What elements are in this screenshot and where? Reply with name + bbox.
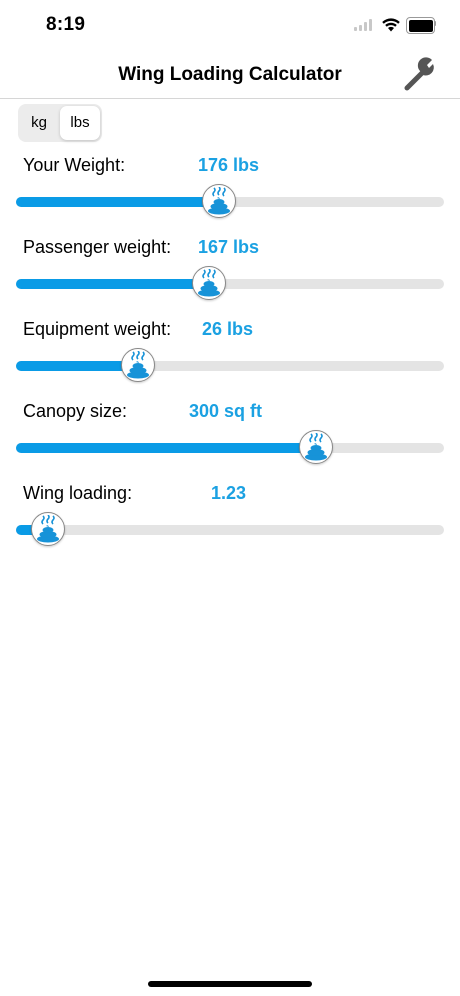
unit-segmented-control: kg lbs xyxy=(18,104,102,142)
unit-option-kg[interactable]: kg xyxy=(20,106,58,140)
wing-loading-label: Wing loading: xyxy=(23,483,133,503)
passenger-weight-label: Passenger weight: xyxy=(23,237,172,257)
passenger-weight-slider-fill xyxy=(16,279,209,289)
your-weight-label: Your Weight: xyxy=(23,155,126,175)
canopy-size-slider-fill xyxy=(16,443,316,453)
battery-cap xyxy=(434,21,436,26)
equipment-weight-label: Equipment weight: xyxy=(23,319,172,339)
your-weight-slider[interactable] xyxy=(16,184,444,218)
canopy-size-slider[interactable] xyxy=(16,430,444,464)
passenger-weight-row: Passenger weight: 167 lbs xyxy=(0,237,460,319)
steaming-poop-icon xyxy=(198,269,220,297)
passenger-weight-slider-thumb[interactable] xyxy=(192,266,226,300)
canopy-size-row: Canopy size: 300 sq ft xyxy=(0,401,460,483)
equipment-weight-slider-thumb[interactable] xyxy=(121,348,155,382)
cellular-signal-icon xyxy=(354,19,376,31)
wing-loading-slider[interactable] xyxy=(16,512,444,546)
equipment-weight-slider[interactable] xyxy=(16,348,444,382)
wifi-icon xyxy=(382,18,400,32)
wing-loading-slider-thumb[interactable] xyxy=(31,512,65,546)
your-weight-slider-thumb[interactable] xyxy=(202,184,236,218)
wing-loading-value: 1.23 xyxy=(211,483,247,503)
wrench-icon[interactable] xyxy=(400,54,440,94)
equipment-weight-value: 26 lbs xyxy=(202,319,254,339)
battery-icon xyxy=(406,17,435,34)
canopy-size-value: 300 sq ft xyxy=(189,401,263,421)
equipment-weight-slider-fill xyxy=(16,361,138,371)
home-indicator xyxy=(148,981,312,987)
canopy-size-label: Canopy size: xyxy=(23,401,128,421)
status-time: 8:19 xyxy=(46,14,86,35)
steaming-poop-icon xyxy=(37,515,59,543)
your-weight-row: Your Weight: 176 lbs xyxy=(0,155,460,237)
steaming-poop-icon xyxy=(208,187,230,215)
steaming-poop-icon xyxy=(305,433,327,461)
steaming-poop-icon xyxy=(127,351,149,379)
status-bar: 8:19 xyxy=(0,0,460,50)
navigation-bar: Wing Loading Calculator xyxy=(0,50,460,99)
passenger-weight-slider[interactable] xyxy=(16,266,444,300)
page-title: Wing Loading Calculator xyxy=(118,64,342,85)
unit-option-lbs[interactable]: lbs xyxy=(60,106,100,140)
passenger-weight-value: 167 lbs xyxy=(198,237,260,257)
wing-loading-row: Wing loading: 1.23 xyxy=(0,483,460,565)
canopy-size-slider-thumb[interactable] xyxy=(299,430,333,464)
equipment-weight-row: Equipment weight: 26 lbs xyxy=(0,319,460,401)
your-weight-slider-fill xyxy=(16,197,219,207)
your-weight-value: 176 lbs xyxy=(198,155,260,175)
